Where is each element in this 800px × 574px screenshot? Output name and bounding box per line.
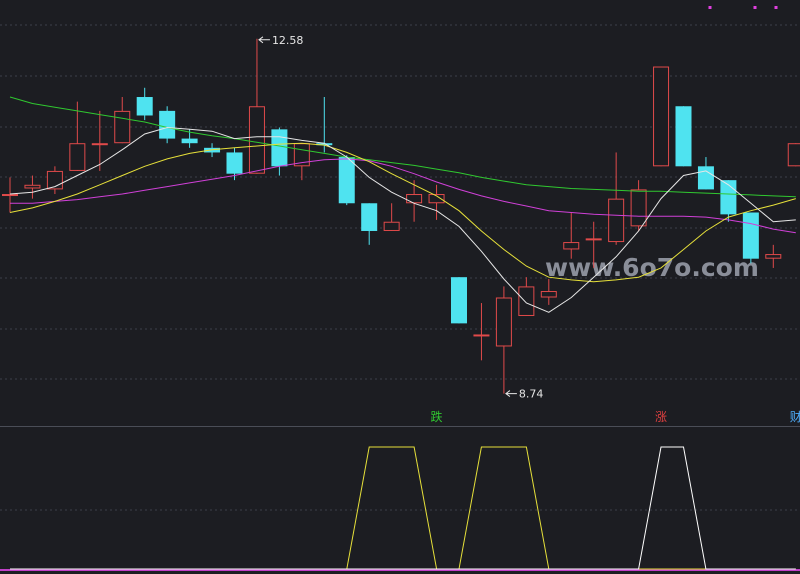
- candle-body-down: [697, 166, 714, 190]
- candle-body-down: [338, 157, 355, 204]
- candle-body-up: [630, 189, 647, 227]
- candle-body-down: [451, 277, 467, 324]
- candle-body-up: [653, 66, 670, 167]
- high-price-label: 12.58: [272, 34, 304, 47]
- signal-label: 跌: [431, 409, 443, 424]
- candle-body-up: [383, 221, 400, 231]
- high-arrow: [258, 36, 270, 44]
- signal-label: 涨: [655, 409, 667, 424]
- candle-body-down: [226, 152, 243, 174]
- low-arrow: [505, 390, 517, 397]
- candle-body-up: [495, 297, 512, 347]
- candle-body-up: [69, 143, 86, 171]
- candle-body-up: [540, 291, 557, 298]
- signal-label: 财: [790, 410, 800, 424]
- low-price-label: 8.74: [519, 388, 544, 401]
- candle-body-up: [114, 110, 131, 144]
- candle-body-up: [608, 198, 625, 243]
- signal-labels: 跌涨财: [431, 409, 800, 424]
- marker-dot: [774, 6, 778, 9]
- candle-body-up: [765, 254, 782, 259]
- candle-body-down: [181, 138, 198, 144]
- osc-white-line: [10, 446, 796, 570]
- candle-body-down: [675, 106, 692, 167]
- candle-body-up: [787, 143, 800, 167]
- candle-body-up: [2, 194, 18, 197]
- marker-dot: [753, 6, 757, 9]
- candle-body-down: [159, 110, 176, 139]
- candle-body-up: [406, 194, 423, 204]
- ma-magenta-line: [10, 158, 796, 234]
- top-right-markers: [708, 6, 778, 9]
- oscillator-pane: [0, 446, 800, 571]
- candlestick-chart: www.6o7o.com 12.58 8.74 跌 涨 财: [0, 0, 800, 574]
- candle-body-up: [473, 334, 490, 337]
- watermark-text: www.6o7o.com: [545, 253, 759, 282]
- candle-body-down: [742, 212, 759, 259]
- candle-body-up: [563, 242, 580, 250]
- candle-body-up: [585, 238, 602, 241]
- candle-body-down: [136, 97, 153, 116]
- candle-body-down: [271, 129, 288, 167]
- candle-body-up: [91, 143, 108, 146]
- candle-body-up: [248, 106, 265, 174]
- marker-dot: [708, 6, 712, 9]
- candle-body-up: [518, 286, 535, 316]
- candle-body-up: [24, 184, 41, 189]
- osc-yellow-line: [10, 446, 796, 570]
- candle-body-down: [361, 203, 378, 231]
